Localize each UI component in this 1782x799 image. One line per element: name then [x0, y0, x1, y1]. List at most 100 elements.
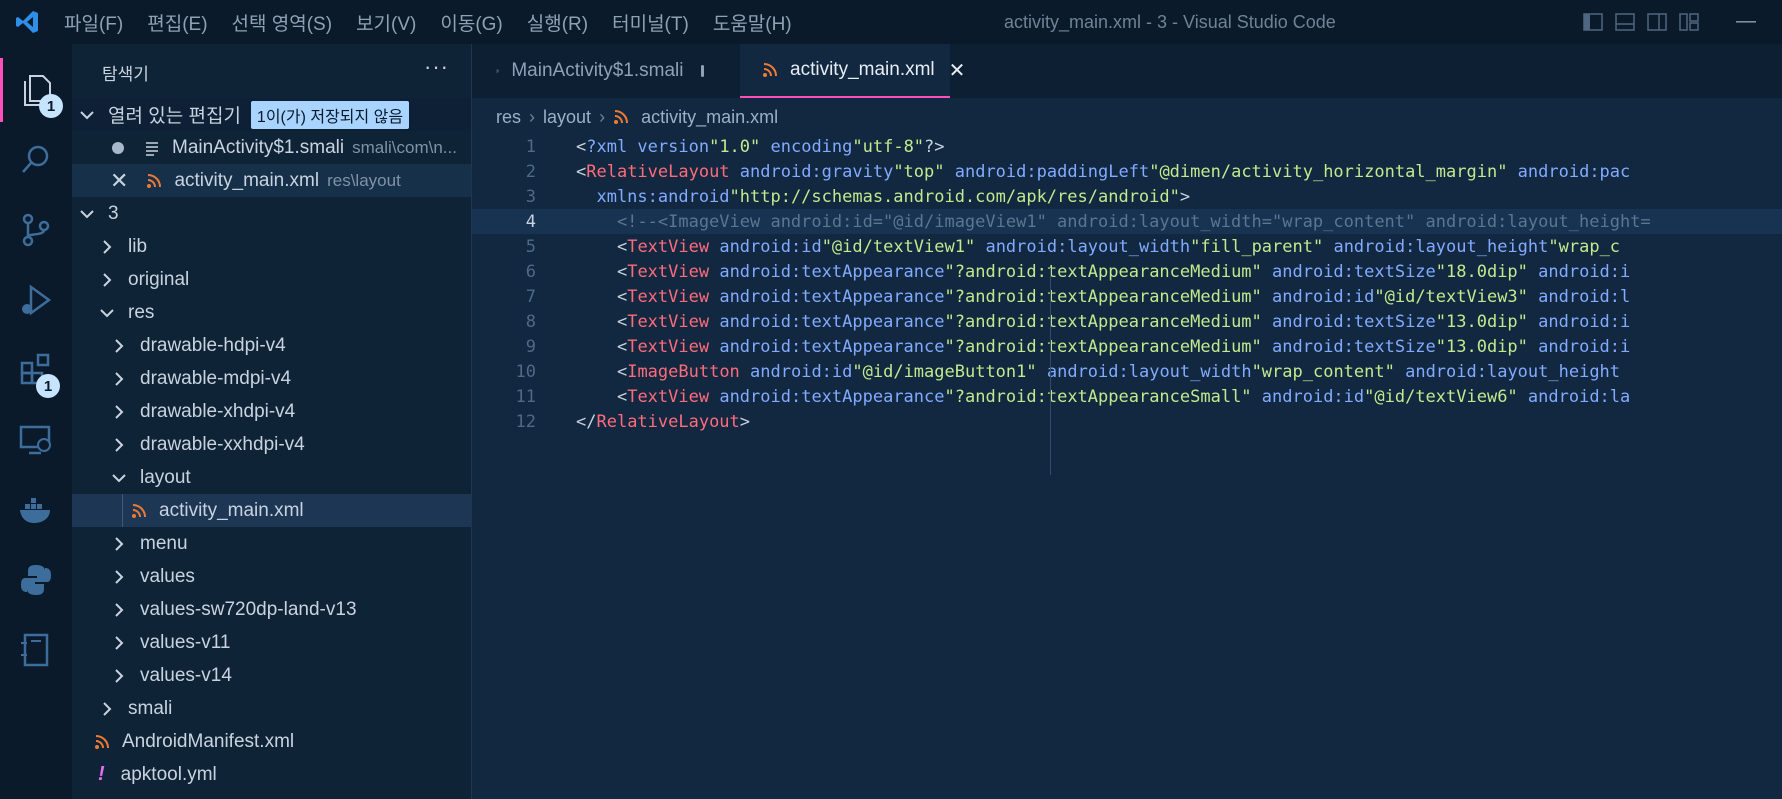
- breadcrumb-item[interactable]: res: [496, 107, 521, 128]
- tree-folder[interactable]: res: [72, 296, 471, 329]
- open-editors-header[interactable]: 열려 있는 편집기 1이(가) 저장되지 않음: [72, 98, 471, 131]
- code-line[interactable]: 12 </RelativeLayout>: [472, 409, 1782, 434]
- chevron-right-icon: ›: [529, 106, 536, 127]
- unsaved-dot-icon[interactable]: [112, 141, 124, 154]
- menu-file[interactable]: 파일(F): [64, 9, 123, 36]
- chevron-right-icon: [103, 272, 112, 287]
- open-editor-name: MainActivity$1.smali: [172, 136, 345, 158]
- tab-mainactivity-smali[interactable]: MainActivity$1.smali: [496, 44, 704, 98]
- code-line[interactable]: 7 <TextView android:textAppearance"?andr…: [472, 284, 1782, 309]
- source-control-activity[interactable]: [0, 198, 72, 262]
- tree-label: values-v14: [140, 664, 232, 686]
- tree-folder[interactable]: values-sw720dp-land-v13: [72, 593, 471, 626]
- code-line[interactable]: 1 <?xml version"1.0" encoding"utf-8"?>: [472, 134, 1782, 159]
- tree-folder[interactable]: drawable-xhdpi-v4: [72, 395, 471, 428]
- code-line[interactable]: 2 <RelativeLayout android:gravity"top" an…: [472, 159, 1782, 184]
- code-line[interactable]: 9 <TextView android:textAppearance"?andr…: [472, 334, 1782, 359]
- chevron-right-icon: [103, 239, 112, 254]
- menu-terminal[interactable]: 터미널(T): [612, 9, 689, 36]
- indent-guide: [1050, 268, 1051, 475]
- tree-folder[interactable]: values: [72, 560, 471, 593]
- line-number: 10: [515, 361, 536, 382]
- code-text: <RelativeLayout android:gravity"top" and…: [576, 161, 1631, 182]
- chevron-right-icon: [115, 536, 124, 551]
- tree-folder[interactable]: original: [72, 263, 471, 296]
- python-activity[interactable]: [0, 548, 72, 612]
- chevron-right-icon: [115, 437, 124, 452]
- remote-explorer-activity[interactable]: [0, 408, 72, 472]
- code-line[interactable]: 6 <TextView android:textAppearance"?andr…: [472, 259, 1782, 284]
- workspace-root[interactable]: 3: [72, 197, 471, 230]
- tree-folder[interactable]: drawable-xxhdpi-v4: [72, 428, 471, 461]
- vscode-logo-icon: [16, 11, 38, 33]
- customize-layout-icon[interactable]: [1678, 11, 1700, 33]
- search-activity[interactable]: [0, 128, 72, 192]
- breadcrumb-item[interactable]: layout: [543, 107, 591, 128]
- tree-file-selected[interactable]: activity_main.xml: [72, 494, 471, 527]
- tab-activity-main-xml[interactable]: activity_main.xml ✕: [740, 44, 965, 98]
- activity-bar: 1 1: [0, 44, 72, 799]
- code-line[interactable]: 11 <TextView android:textAppearance"?and…: [472, 384, 1782, 409]
- editor-area: MainActivity$1.smali activity_main.xml ✕…: [472, 44, 1782, 799]
- workspace-root-label: 3: [108, 202, 119, 224]
- tree-label: apktool.yml: [120, 763, 217, 785]
- breadcrumb-item[interactable]: activity_main.xml: [641, 107, 778, 128]
- line-number: 4: [525, 211, 536, 232]
- tree-folder[interactable]: values-v14: [72, 659, 471, 692]
- code-line[interactable]: 4 <!--<ImageView android:id="@id/imageVi…: [472, 209, 1782, 234]
- toggle-panel-icon[interactable]: [1614, 11, 1636, 33]
- tab-label: activity_main.xml: [790, 59, 935, 80]
- minimize-icon[interactable]: —: [1736, 10, 1756, 33]
- close-icon[interactable]: ✕: [110, 168, 128, 194]
- tree-label: drawable-hdpi-v4: [140, 334, 286, 356]
- unsaved-badge: 1이(가) 저장되지 않음: [250, 100, 410, 129]
- menu-run[interactable]: 실행(R): [527, 9, 588, 36]
- xml-file-icon: [763, 63, 777, 77]
- menu-help[interactable]: 도움말(H): [713, 9, 792, 36]
- tree-file[interactable]: ! apktool.yml: [72, 758, 471, 791]
- line-number: 2: [525, 161, 536, 182]
- tree-label: drawable-xxhdpi-v4: [140, 433, 305, 455]
- tree-folder[interactable]: lib: [72, 230, 471, 263]
- unsaved-dot-icon[interactable]: [701, 65, 704, 77]
- menu-edit[interactable]: 편집(E): [147, 9, 207, 36]
- tree-label: drawable-mdpi-v4: [140, 367, 292, 389]
- tree-file[interactable]: AndroidManifest.xml: [72, 725, 471, 758]
- chevron-right-icon: ›: [599, 106, 606, 127]
- code-text: <ImageButton android:id"@id/imageButton1…: [616, 361, 1621, 382]
- explorer-activity[interactable]: 1: [0, 58, 72, 122]
- tree-label: layout: [140, 466, 191, 488]
- code-text: <TextView android:textAppearance"?androi…: [616, 336, 1631, 357]
- more-actions-icon[interactable]: ···: [424, 54, 449, 80]
- line-number: 5: [525, 236, 536, 257]
- open-editor-item[interactable]: MainActivity$1.smali smali\com\n...: [72, 131, 471, 164]
- open-editor-item[interactable]: ✕ activity_main.xml res\layout: [72, 164, 471, 197]
- toggle-secondary-sidebar-icon[interactable]: [1646, 11, 1668, 33]
- text-file-icon: [496, 69, 499, 73]
- tree-label: lib: [128, 235, 148, 257]
- code-line[interactable]: 5 <TextView android:id"@id/textView1" an…: [472, 234, 1782, 259]
- menu-selection[interactable]: 선택 영역(S): [232, 9, 333, 36]
- line-number: 7: [525, 286, 536, 307]
- menu-view[interactable]: 보기(V): [356, 9, 416, 36]
- code-line[interactable]: 8 <TextView android:textAppearance"?andr…: [472, 309, 1782, 334]
- tree-folder[interactable]: drawable-hdpi-v4: [72, 329, 471, 362]
- docker-activity[interactable]: [0, 478, 72, 542]
- title-bar: 파일(F) 편집(E) 선택 영역(S) 보기(V) 이동(G) 실행(R) 터…: [0, 0, 1782, 44]
- code-line[interactable]: 10 <ImageButton android:id"@id/imageButt…: [472, 359, 1782, 384]
- tree-folder[interactable]: smali: [72, 692, 471, 725]
- close-icon[interactable]: ✕: [949, 58, 966, 83]
- notebook-activity[interactable]: [0, 618, 72, 682]
- toggle-primary-sidebar-icon[interactable]: [1582, 11, 1604, 33]
- tree-folder[interactable]: drawable-mdpi-v4: [72, 362, 471, 395]
- run-debug-activity[interactable]: [0, 268, 72, 332]
- extensions-activity[interactable]: 1: [0, 338, 72, 402]
- tree-folder[interactable]: menu: [72, 527, 471, 560]
- menu-go[interactable]: 이동(G): [440, 9, 502, 36]
- menu-bar: 파일(F) 편집(E) 선택 영역(S) 보기(V) 이동(G) 실행(R) 터…: [64, 0, 816, 44]
- code-line[interactable]: 3 xmlns:android"http://schemas.android.c…: [472, 184, 1782, 209]
- tree-folder[interactable]: values-v11: [72, 626, 471, 659]
- line-number: 6: [525, 261, 536, 282]
- tree-label: activity_main.xml: [159, 499, 304, 521]
- tree-folder[interactable]: layout: [72, 461, 471, 494]
